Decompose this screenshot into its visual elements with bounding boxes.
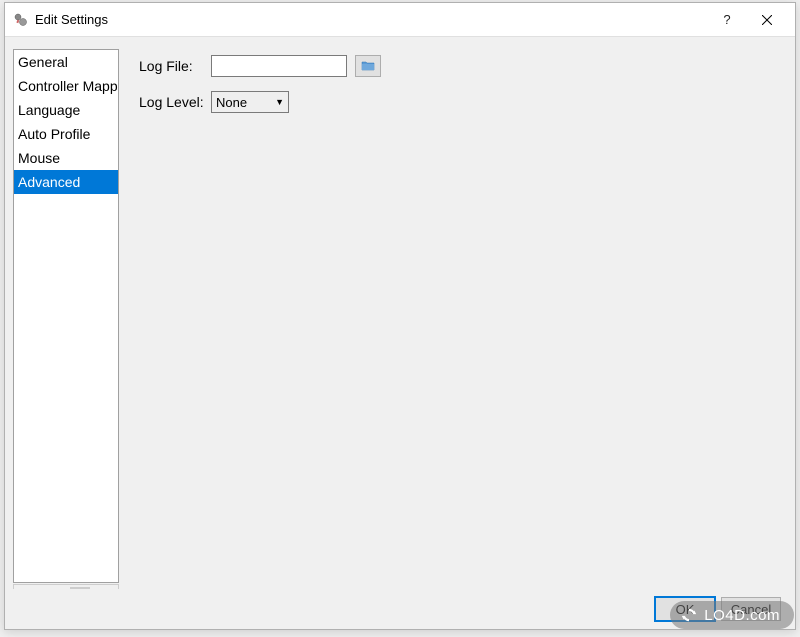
help-button[interactable]: ? bbox=[707, 5, 747, 35]
sidebar-item-controller-mappings[interactable]: Controller Mappings bbox=[14, 74, 118, 98]
browse-button[interactable] bbox=[355, 55, 381, 77]
folder-icon bbox=[361, 59, 375, 74]
sidebar-container: General Controller Mappings Language Aut… bbox=[13, 49, 119, 601]
log-file-row: Log File: bbox=[139, 55, 775, 77]
settings-panel: Log File: Log Level: None ▼ bbox=[119, 37, 795, 589]
sidebar-item-language[interactable]: Language bbox=[14, 98, 118, 122]
log-file-label: Log File: bbox=[139, 58, 211, 74]
sidebar-item-mouse[interactable]: Mouse bbox=[14, 146, 118, 170]
log-level-label: Log Level: bbox=[139, 94, 211, 110]
log-level-value: None bbox=[216, 95, 247, 110]
log-level-row: Log Level: None ▼ bbox=[139, 91, 775, 113]
close-button[interactable] bbox=[747, 5, 787, 35]
dialog-footer: OK Cancel bbox=[5, 589, 795, 629]
sidebar-item-general[interactable]: General bbox=[14, 50, 118, 74]
cancel-button[interactable]: Cancel bbox=[721, 597, 781, 621]
chevron-down-icon: ▼ bbox=[275, 97, 284, 107]
log-file-input[interactable] bbox=[211, 55, 347, 77]
dialog-content: General Controller Mappings Language Aut… bbox=[5, 37, 795, 589]
sidebar-item-advanced[interactable]: Advanced bbox=[14, 170, 118, 194]
sidebar-item-auto-profile[interactable]: Auto Profile bbox=[14, 122, 118, 146]
category-list[interactable]: General Controller Mappings Language Aut… bbox=[13, 49, 119, 583]
titlebar: Edit Settings ? bbox=[5, 3, 795, 37]
window-title: Edit Settings bbox=[35, 12, 707, 27]
log-level-dropdown[interactable]: None ▼ bbox=[211, 91, 289, 113]
app-icon bbox=[13, 12, 29, 28]
ok-button[interactable]: OK bbox=[655, 597, 715, 621]
settings-dialog: Edit Settings ? General Controller Mappi… bbox=[4, 2, 796, 630]
